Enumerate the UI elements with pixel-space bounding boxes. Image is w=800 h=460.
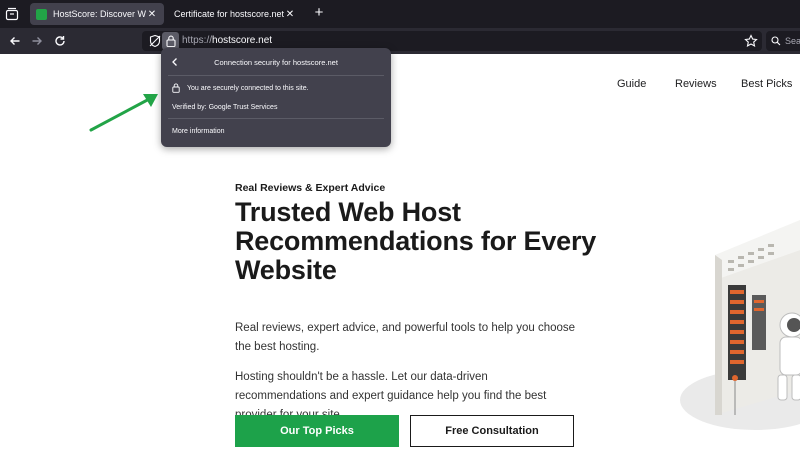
- nav-best-picks-link[interactable]: Best Picks: [741, 78, 792, 90]
- url-text[interactable]: https://hostscore.net: [182, 35, 272, 46]
- annotation-arrow-icon: [89, 94, 158, 132]
- lock-icon: [165, 35, 176, 47]
- nav-toolbar: https://hostscore.net Sea: [0, 28, 800, 54]
- hero-headline: Trusted Web Host Recommendations for Eve…: [235, 197, 597, 285]
- more-information-link[interactable]: More information: [172, 128, 225, 135]
- reload-icon[interactable]: [52, 33, 68, 49]
- divider: [168, 75, 384, 76]
- tab-overview-icon[interactable]: [5, 7, 19, 21]
- tab-title: HostScore: Discover Web Hosts: [53, 9, 146, 19]
- search-placeholder: Sea: [785, 36, 800, 46]
- url-scheme: https://: [182, 35, 213, 46]
- top-picks-button[interactable]: Our Top Picks: [235, 415, 399, 447]
- tab-bar: HostScore: Discover Web Hosts ✕ Certific…: [0, 0, 800, 28]
- connection-security-panel: Connection security for hostscore.net Yo…: [161, 48, 391, 147]
- back-icon[interactable]: [7, 33, 23, 49]
- server-astronaut-illustration: [680, 220, 800, 430]
- hero-paragraph-1: Real reviews, expert advice, and powerfu…: [235, 322, 576, 353]
- secure-connection-text: You are securely connected to this site.: [187, 85, 309, 92]
- nav-guide-link[interactable]: Guide: [617, 78, 646, 90]
- search-icon: [771, 36, 781, 46]
- close-icon[interactable]: ✕: [284, 9, 296, 20]
- hostscore-favicon-icon: [36, 8, 47, 20]
- search-input[interactable]: Sea: [766, 31, 800, 51]
- hero-eyebrow: Real Reviews & Expert Advice: [235, 182, 386, 194]
- panel-title: Connection security for hostscore.net: [214, 58, 338, 67]
- verified-by-text: Verified by: Google Trust Services: [172, 104, 278, 111]
- forward-icon[interactable]: [29, 33, 45, 49]
- tracking-shield-icon[interactable]: [148, 34, 162, 48]
- new-tab-icon[interactable]: +: [311, 5, 327, 21]
- url-host: hostscore.net: [212, 35, 273, 46]
- free-consultation-button[interactable]: Free Consultation: [410, 415, 574, 447]
- tab-title: Certificate for hostscore.net: [174, 9, 284, 19]
- nav-reviews-link[interactable]: Reviews: [675, 78, 717, 90]
- close-icon[interactable]: ✕: [146, 9, 158, 20]
- divider: [168, 118, 384, 119]
- lock-icon: [172, 83, 180, 93]
- bookmark-star-icon[interactable]: [744, 34, 758, 48]
- tab-hostscore[interactable]: HostScore: Discover Web Hosts ✕: [30, 3, 164, 25]
- tab-certificate[interactable]: Certificate for hostscore.net ✕: [168, 3, 302, 25]
